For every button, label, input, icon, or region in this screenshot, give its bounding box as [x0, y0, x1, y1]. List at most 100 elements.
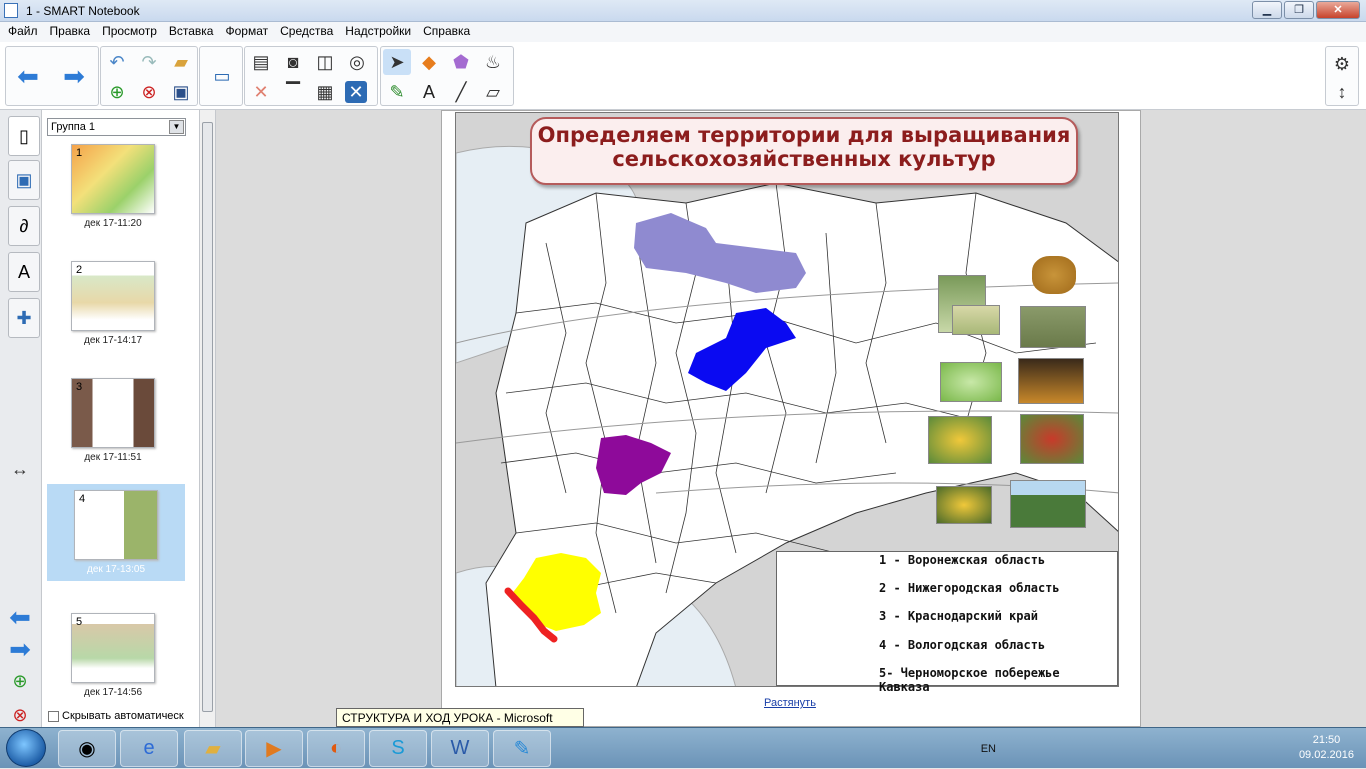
open-folder-icon[interactable]: ▰	[167, 49, 195, 75]
crop-photo-beans[interactable]	[952, 305, 1000, 335]
pens-icon[interactable]: ✎	[383, 79, 411, 105]
table-shade-icon[interactable]: ▔	[279, 79, 307, 105]
legend-item-1: 1 - Воронежская область	[879, 553, 1046, 567]
toolbar: ⬅ ➡ ↶ ↷ ▰ ⊕ ⊗ ▣ ▭ ▤ ◙ ◫ ◎ ✕ ▔ ▦ ✕ ➤ ◆ ⬟ …	[0, 42, 1366, 110]
explorer-folder-icon[interactable]: ▰	[184, 730, 242, 767]
minimize-button[interactable]: ▁	[1252, 1, 1282, 19]
add-page-icon[interactable]: ⊕	[103, 79, 131, 105]
menu-view[interactable]: Просмотр	[96, 22, 163, 42]
move-toolbar-icon[interactable]: ↕	[1328, 79, 1356, 105]
skype-icon[interactable]: S	[369, 730, 427, 767]
clear-icon[interactable]: ✕	[247, 79, 275, 105]
prev-page-icon[interactable]: ⬅	[6, 602, 34, 632]
checkbox[interactable]	[48, 710, 59, 722]
maximize-button[interactable]: ❐	[1284, 1, 1314, 19]
menu-format[interactable]: Формат	[219, 22, 274, 42]
scrollbar-thumb[interactable]	[202, 122, 213, 712]
group-label: Группа 1	[51, 121, 96, 133]
shapes-icon[interactable]: ◆	[415, 49, 443, 75]
crop-photo-grapes[interactable]	[940, 362, 1002, 402]
page-number: 1	[76, 147, 83, 159]
page-thumb-4-selected[interactable]: 4 дек 17-13:05	[47, 484, 185, 581]
select-pointer-icon[interactable]: ➤	[383, 49, 411, 75]
hide-auto-label: Скрывать автоматическ	[62, 710, 184, 722]
crop-photo-rye[interactable]	[1018, 358, 1084, 404]
menu-insert[interactable]: Вставка	[163, 22, 220, 42]
page-thumb-2[interactable]: 2 дек 17-14:17	[42, 261, 184, 346]
clock-date: 09.02.2016	[1298, 749, 1354, 761]
legend-item-4: 4 - Вологодская область	[879, 638, 1046, 652]
save-icon[interactable]: ▣	[167, 79, 195, 105]
taskbar: ◉ e ▰ ▶ ◐ S W ✎ EN 21:50 09.02.2016	[0, 727, 1366, 768]
properties-icon[interactable]: A	[8, 252, 40, 292]
page-caption: дек 17-14:17	[83, 335, 143, 346]
legend-box: 1 - Воронежская область 2 - Нижегородска…	[776, 551, 1118, 694]
crop-photo-tea[interactable]	[1010, 480, 1086, 528]
resize-arrows-icon[interactable]: ↔	[6, 456, 34, 482]
tools-group: ➤ ◆ ⬟ ♨ ✎ A ╱ ▱	[380, 46, 514, 106]
menu-addons[interactable]: Надстройки	[339, 22, 417, 42]
nav-group: ⬅ ➡	[5, 46, 99, 106]
group-select[interactable]: Группа 1 ▼	[47, 118, 186, 136]
sorter-scrollbar[interactable]	[200, 110, 216, 727]
magic-eraser-icon[interactable]: ▱	[479, 79, 507, 105]
page-thumb-5[interactable]: 5 дек 17-14:56	[42, 613, 184, 698]
next-page-icon[interactable]: ➡	[6, 634, 34, 664]
crop-photo-flax[interactable]	[1020, 306, 1086, 348]
settings-panel: ⚙ ↕	[1325, 46, 1359, 106]
menu-edit[interactable]: Правка	[44, 22, 97, 42]
hide-auto-checkbox[interactable]: Скрывать автоматическ	[48, 710, 184, 722]
media-player-icon[interactable]: ▶	[245, 730, 303, 767]
page-sorter-icon[interactable]: ▯	[8, 116, 40, 156]
gallery-icon[interactable]: ▣	[8, 160, 40, 200]
page-thumb-3[interactable]: 3 дек 17-11:51	[42, 378, 184, 463]
language-indicator[interactable]: EN	[981, 743, 996, 755]
addons-puzzle-icon[interactable]: ✚	[8, 298, 40, 338]
clock[interactable]: 21:50 09.02.2016	[1299, 733, 1354, 763]
gear-icon[interactable]: ⚙	[1328, 51, 1356, 77]
chrome-icon[interactable]: ◉	[58, 730, 116, 767]
legend-item-2: 2 - Нижегородская область	[879, 581, 1060, 595]
crop-photo-potatoes[interactable]	[1032, 256, 1076, 294]
firefox-icon[interactable]: ◐	[307, 730, 365, 767]
add-page-side-icon[interactable]: ⊕	[6, 668, 34, 694]
delete-page-side-icon[interactable]: ⊗	[6, 702, 34, 728]
fill-icon[interactable]: ♨	[479, 49, 507, 75]
delete-icon[interactable]: ✕	[345, 81, 367, 103]
undo-icon[interactable]: ↶	[103, 49, 131, 75]
delete-page-icon[interactable]: ⊗	[135, 79, 163, 105]
attachments-icon[interactable]: ∂	[8, 206, 40, 246]
start-button[interactable]	[6, 729, 46, 767]
menu-file[interactable]: Файл	[2, 22, 44, 42]
chevron-down-icon[interactable]: ▼	[169, 120, 184, 134]
menu-help[interactable]: Справка	[417, 22, 476, 42]
screen-shade-icon[interactable]: ◫	[311, 49, 339, 75]
screen-display-icon[interactable]: ▭	[208, 63, 236, 89]
forward-arrow-icon[interactable]: ➡	[60, 61, 88, 91]
page-sorter: Группа 1 ▼ 1 дек 17-11:20 2 дек 17-14:17…	[42, 110, 200, 727]
slide-title-box[interactable]: Определяем территории для выращивания се…	[530, 117, 1078, 185]
screen-capture-icon[interactable]: ◙	[279, 49, 307, 75]
paste-icon[interactable]: ▤	[247, 49, 275, 75]
line-icon[interactable]: ╱	[447, 79, 475, 105]
word-icon[interactable]: W	[431, 730, 489, 767]
back-arrow-icon[interactable]: ⬅	[14, 61, 42, 91]
document-camera-icon[interactable]: ◎	[343, 49, 371, 75]
stretch-link[interactable]: Растянуть	[764, 697, 816, 709]
menu-tools[interactable]: Средства	[274, 22, 339, 42]
page-thumb-1[interactable]: 1 дек 17-11:20	[42, 144, 184, 229]
crop-photo-melons[interactable]	[928, 416, 992, 464]
crop-photo-sunflowers[interactable]	[936, 486, 992, 524]
table-icon[interactable]: ▦	[311, 79, 339, 105]
close-button[interactable]: ✕	[1316, 1, 1360, 19]
taskbar-tooltip: СТРУКТУРА И ХОД УРОКА - Microsoft Word	[336, 708, 584, 739]
text-icon[interactable]: A	[415, 79, 443, 105]
redo-icon[interactable]: ↷	[135, 49, 163, 75]
smart-notebook-task-icon[interactable]: ✎	[493, 730, 551, 767]
page-caption: дек 17-11:51	[84, 452, 142, 463]
eraser-icon[interactable]: ⬟	[447, 49, 475, 75]
window-title: 1 - SMART Notebook	[26, 4, 140, 18]
side-tabs: ▯ ▣ ∂ A ✚ ↔ ⬅ ➡ ⊕ ⊗	[0, 110, 42, 727]
ie-icon[interactable]: e	[120, 730, 178, 767]
crop-photo-vegetables[interactable]	[1020, 414, 1084, 464]
